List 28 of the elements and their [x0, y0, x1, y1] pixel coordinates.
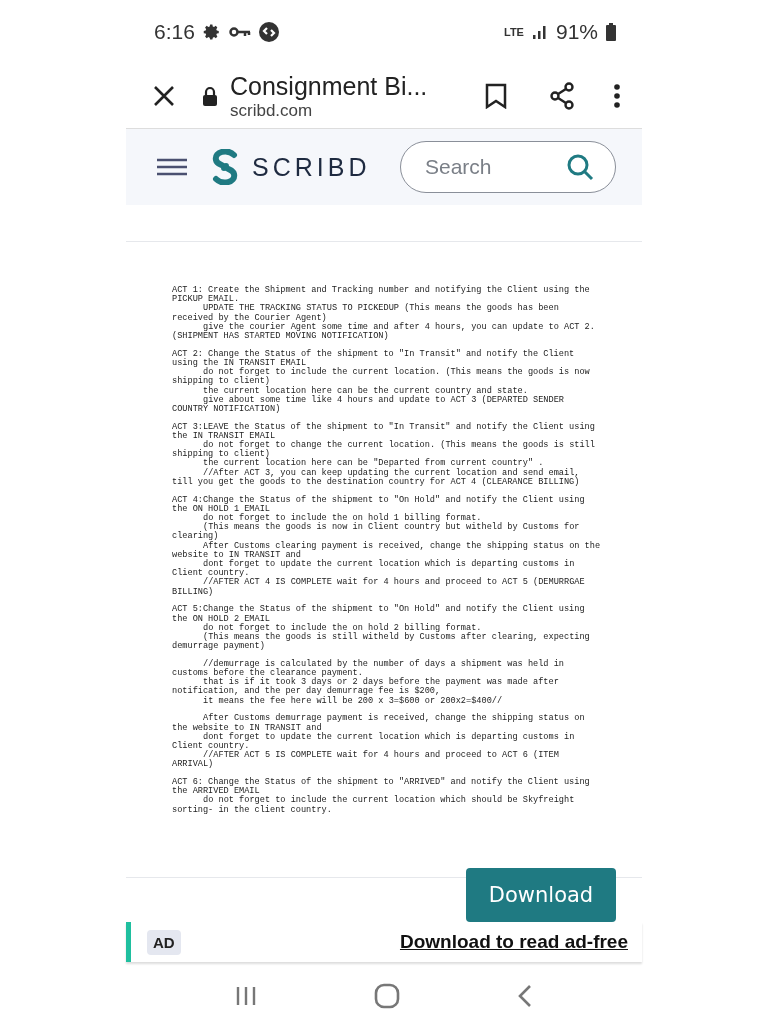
battery-icon: [606, 23, 616, 41]
page-title: Consignment Bi...: [230, 71, 429, 101]
document-paragraph: ACT 6: Change the Status of the shipment to "ARRIVED" and notify the Client using the ARRIVED EMAIL do not forget to include the current location which should be Skyfreight sorting- in the client country.: [172, 778, 591, 815]
document-paragraph: ACT 1: Create the Shipment and Tracking number and notifying the Client using the PICKUP EMAIL. UPDATE THE TRACKING STATUS TO PICKEDUP (This means the goods has been received by the Courier Agent) give the courier Agent some time and after 4 hours, you can update to ACT 2. (SHIPMENT HAS STARTED MOVING NOTIFICATION): [172, 286, 596, 342]
status-time: 6:16: [154, 20, 195, 44]
ad-free-link[interactable]: Download to read ad-free: [399, 931, 628, 953]
search-field[interactable]: Search: [400, 141, 616, 193]
document-paragraph: ACT 3:LEAVE the Status of the shipment to "In Transit" and notify the Client using the IN TRANSIT EMAIL do not forget to change the current location. (This means the goods is still shipping to client) the current location here can be "Departed from current country" . //After ACT 3, you can keep updating the current location and send email, till you get the goods to the destination country for ACT 4 (CLEARANCE BILLING): [172, 422, 596, 488]
ad-label: AD: [147, 929, 181, 955]
document-paragraph: ACT 5:Change the Status of the shipment to "On Hold" and notify the Client using the ON HOLD 2 EMAIL do not forget to include the on hold 2 billing format. (This means the goods is still witheld by Customs after clearing, expecting demurrage payment): [172, 605, 591, 652]
back-icon[interactable]: [517, 984, 534, 1008]
gear-icon: [202, 23, 221, 41]
document-paragraph: ACT 4:Change the Status of the shipment to "On Hold" and notify the Client using the ON HOLD 1 EMAIL do not forget to include the on hold 1 billing format. (This means the goods is now in Client country but witheld by Customs for clearing) After Customs clearing payment is received, change the shipping status on the website to IN TRANSIT and dont forget to update the current location which is departing customs in Client country. //AFTER ACT 4 IS COMPLETE wait for 4 hours and proceed to ACT 5 (DEMURRGAE BILLING): [172, 495, 602, 597]
document-paragraph: ACT 2: Change the Status of the shipment to "In Transit" and notify the Client using the IN TRANSIT EMAIL do not forget to include the current location. (This means the goods is now shipping to client) the current location here can be the current country and state. give about some time like 4 hours and update to ACT 3 (DEPARTED SENDER COUNTRY NOTIFICATION): [172, 349, 591, 415]
home-icon[interactable]: [374, 983, 400, 1009]
key-icon: [228, 26, 251, 38]
search-icon[interactable]: [566, 153, 594, 181]
lock-icon: [202, 86, 218, 106]
signal-icon: [531, 24, 548, 40]
battery-percent: 91%: [555, 20, 598, 44]
page-url: scribd.com: [230, 100, 314, 121]
network-label: LTE: [504, 26, 524, 38]
logo-icon: [210, 149, 240, 185]
site-logo[interactable]: SCRIBD: [252, 152, 371, 182]
recent-apps-icon[interactable]: [234, 985, 257, 1007]
document-paragraph: //demurrage is calculated by the number of days a shipment was held in customs before the clearance payment. that is if it took 3 days or 2 days before the payment was made after notification, and the per day demurrage fee is $200, it means the fee here will be 200 x 3=$600 or 200x2=$400//: [172, 659, 565, 706]
download-button[interactable]: Download: [466, 868, 616, 922]
document-paragraph: After Customs demurrage payment is received, change the shipping status on the website to IN TRANSIT and dont forget to update the current location which is departing customs in Client country. //AFTER ACT 5 IS COMPLETE wait for 4 hours and proceed to ACT 6 (ITEM ARRIVAL): [172, 714, 586, 770]
